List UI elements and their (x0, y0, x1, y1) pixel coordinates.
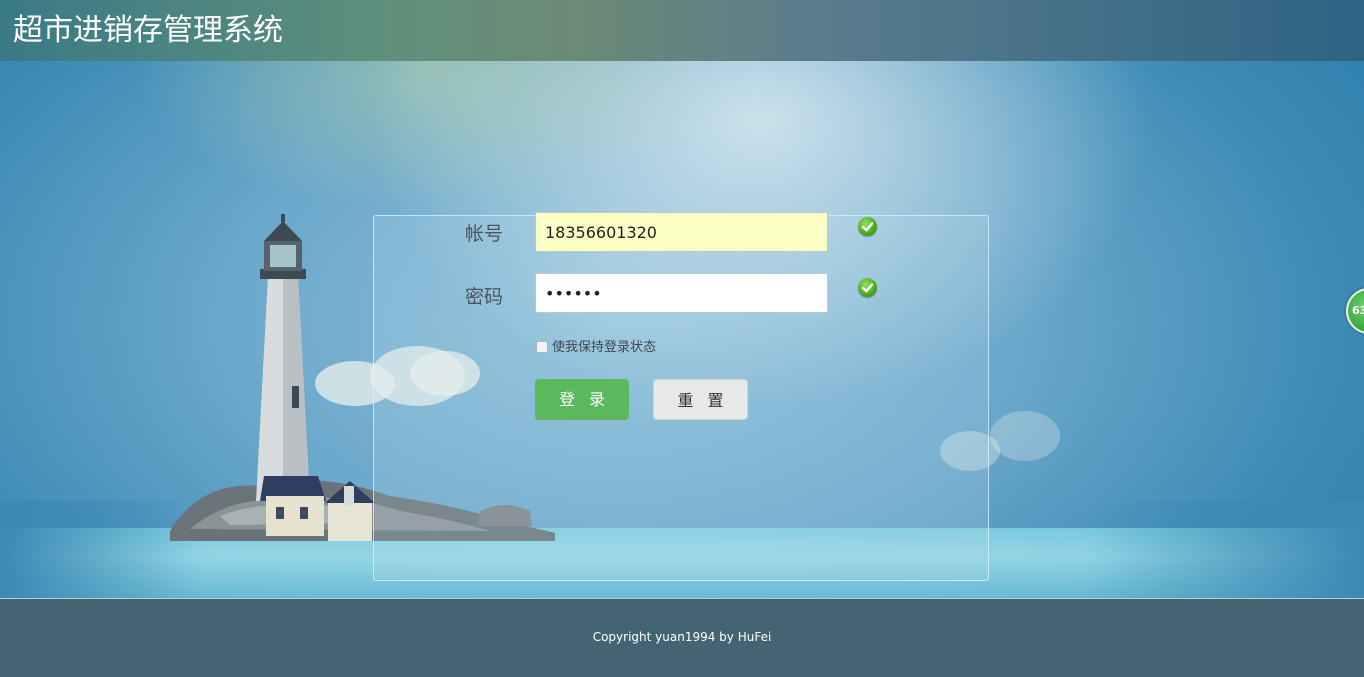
account-label: 帐号 (465, 223, 504, 245)
footer-bar: Copyright yuan1994 by HuFei (0, 598, 1364, 677)
account-input[interactable] (535, 212, 828, 252)
password-input[interactable] (535, 273, 828, 313)
password-label: 密码 (465, 286, 504, 308)
remember-me-checkbox[interactable] (536, 341, 548, 353)
login-button[interactable]: 登录 (535, 379, 629, 420)
check-circle-icon (858, 278, 877, 297)
background-scene (0, 61, 1364, 598)
remember-me-label[interactable]: 使我保持登录状态 (552, 339, 656, 357)
check-circle-icon (858, 217, 877, 236)
reset-button[interactable]: 重置 (653, 379, 748, 420)
app-title: 超市进销存管理系统 (13, 13, 283, 48)
copyright-text: Copyright yuan1994 by HuFei (592, 630, 772, 644)
header-bar: 超市进销存管理系统 (0, 0, 1364, 61)
